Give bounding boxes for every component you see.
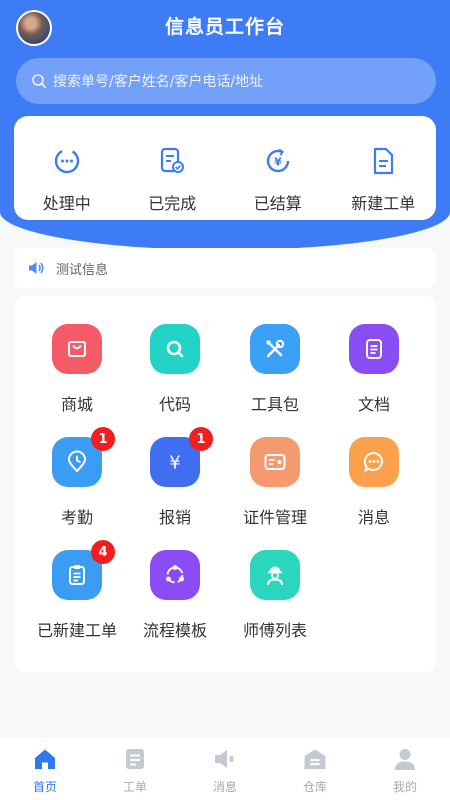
notice-bar[interactable]: 测试信息 (14, 248, 436, 288)
tab-orders[interactable]: 工单 (90, 738, 180, 800)
grid-item-workflow-template[interactable]: 流程模板 (125, 550, 225, 641)
attendance-icon (67, 450, 87, 473)
grid-tile (250, 324, 300, 374)
shop-icon (68, 341, 86, 357)
speaker-icon (29, 262, 44, 274)
grid-item-message[interactable]: 消息 (324, 437, 424, 528)
warehouse-icon (304, 749, 326, 769)
message-icon (363, 451, 383, 473)
grid-item-id-management[interactable]: 证件管理 (225, 437, 325, 528)
processing-icon (54, 148, 79, 174)
completed-icon (161, 147, 185, 173)
status-label: 新建工单 (351, 194, 416, 213)
notification-badge: 1 (189, 427, 213, 451)
grid-item-attendance[interactable]: 1 考勤 (27, 427, 127, 528)
grid-label: 已新建工单 (36, 621, 117, 640)
grid-tile (349, 324, 399, 374)
grid-label: 代码 (158, 395, 191, 414)
settled-icon: ¥ (266, 148, 289, 173)
document-icon (366, 339, 382, 359)
grid-label: 文档 (357, 395, 390, 414)
status-processing[interactable]: 处理中 (14, 116, 120, 220)
notification-badge: 1 (91, 427, 115, 451)
orders-icon (126, 749, 144, 769)
grid-label: 消息 (357, 508, 390, 527)
notification-badge: 4 (91, 540, 115, 564)
grid-item-tools[interactable]: 工具包 (225, 324, 325, 415)
tools-icon (266, 339, 285, 358)
order-status-card: 处理中 已完成 ¥ 已结算 新建工单 (14, 116, 436, 220)
grid-item-created-orders[interactable]: 4 已新建工单 (27, 540, 127, 641)
tab-label: 仓库 (302, 780, 327, 794)
notice-text: 测试信息 (56, 262, 109, 278)
id-card-icon (264, 454, 286, 470)
home-icon (35, 749, 55, 769)
status-label: 处理中 (42, 194, 91, 213)
grid-item-reimburse[interactable]: ¥ 1 报销 (125, 427, 225, 528)
grid-tile: ¥ 1 (150, 427, 213, 487)
page-title: 信息员工作台 (164, 16, 285, 38)
tab-home[interactable]: 首页 (0, 738, 90, 800)
grid-label: 考勤 (60, 508, 93, 527)
grid-item-code[interactable]: 代码 (125, 324, 225, 415)
grid-item-shop[interactable]: 商城 (27, 324, 127, 415)
grid-label: 证件管理 (242, 508, 307, 527)
grid-label: 商城 (60, 395, 93, 414)
reimburse-icon: ¥ (169, 453, 180, 474)
tab-warehouse[interactable]: 仓库 (270, 738, 360, 800)
grid-tile: 1 (52, 427, 115, 487)
bottom-tab-bar: 首页 工单 消息 仓库 我的 (0, 738, 450, 800)
svg-text:¥: ¥ (169, 453, 180, 474)
grid-item-worker-list[interactable]: 师傅列表 (225, 550, 325, 641)
grid-tile (250, 550, 300, 600)
profile-icon (395, 749, 415, 770)
status-settled[interactable]: ¥ 已结算 (225, 116, 331, 220)
clipboard-icon (69, 565, 85, 585)
tab-label: 消息 (212, 780, 237, 794)
search-input[interactable]: 搜索单号/客户姓名/客户电话/地址 (16, 58, 436, 104)
workflow-icon (166, 565, 184, 584)
grid-label: 师傅列表 (242, 621, 307, 640)
grid-item-document[interactable]: 文档 (324, 324, 424, 415)
grid-tile (150, 324, 200, 374)
search-icon (166, 340, 184, 358)
grid-tile (349, 437, 399, 487)
grid-tile: 4 (52, 540, 115, 600)
function-grid: 商城 代码 工具包 文档 1 考勤 ¥ 1 报销 证件管理 消息 4 已新建工单… (14, 296, 436, 672)
grid-label: 流程模板 (142, 621, 207, 640)
status-label: 已结算 (253, 194, 302, 213)
tab-profile[interactable]: 我的 (360, 738, 450, 800)
grid-tile (250, 437, 300, 487)
new-order-icon (374, 147, 394, 175)
search-icon (32, 74, 46, 88)
status-new-order[interactable]: 新建工单 (331, 116, 437, 220)
grid-label: 报销 (158, 508, 191, 527)
tab-label: 工单 (122, 780, 147, 794)
status-completed[interactable]: 已完成 (120, 116, 226, 220)
search-placeholder: 搜索单号/客户姓名/客户电话/地址 (53, 74, 264, 90)
status-label: 已完成 (148, 194, 197, 213)
tab-label: 首页 (32, 780, 57, 794)
grid-tile (52, 324, 102, 374)
svg-text:¥: ¥ (274, 156, 282, 169)
grid-label: 工具包 (250, 395, 299, 414)
worker-icon (267, 566, 283, 586)
tab-messages[interactable]: 消息 (180, 738, 270, 800)
tab-label: 我的 (392, 780, 417, 794)
grid-tile (150, 550, 200, 600)
messages-icon (215, 750, 234, 768)
